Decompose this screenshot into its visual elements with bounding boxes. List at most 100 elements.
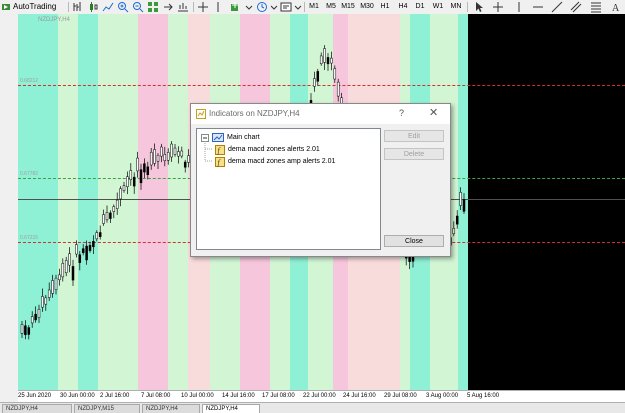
toolbar: AutoTrading M1 M5 M15 M30 H1 H4 D1 W1 MN… [0, 0, 625, 15]
date-label: 30 Jun 00:00 [60, 393, 95, 399]
candle-body [98, 232, 102, 237]
candle-body [336, 81, 340, 97]
vertical-line-icon[interactable] [212, 1, 224, 13]
svg-text:A: A [612, 3, 620, 13]
line-chart-icon[interactable] [102, 1, 114, 13]
candle-body [44, 297, 48, 305]
candle-body [109, 212, 112, 219]
candle-body [20, 324, 24, 334]
indicators-icon[interactable] [230, 1, 242, 13]
channel-tool-icon[interactable] [570, 1, 582, 13]
dialog-close-icon[interactable]: ✕ [429, 106, 438, 119]
close-button[interactable]: Close [384, 235, 444, 247]
candle-body [37, 308, 41, 318]
date-label: 17 Jul 08:00 [262, 393, 295, 399]
candle-body [115, 199, 119, 209]
date-label: 7 Jul 08:00 [141, 393, 171, 399]
timeframe-d1[interactable]: D1 [412, 1, 428, 13]
vertical-line-tool-icon[interactable] [513, 1, 525, 13]
candle-body [75, 244, 78, 255]
indicators-window-icon [196, 109, 206, 119]
timeframe-mn[interactable]: MN [448, 1, 464, 13]
date-label: 5 Aug 16:00 [467, 393, 500, 399]
crosshair-tool-icon[interactable] [492, 1, 504, 13]
edit-button[interactable]: Edit [384, 130, 444, 142]
date-label: 29 Jul 08:00 [384, 393, 417, 399]
candle-body [146, 166, 150, 175]
navigator-edge [0, 14, 19, 390]
horizontal-line-tool-icon[interactable] [532, 1, 544, 13]
candle-body [180, 150, 184, 157]
date-label: 10 Jul 00:00 [181, 393, 214, 399]
tree-item-label: dema macd zones amp alerts 2.01 [228, 158, 336, 165]
candle-body [452, 228, 456, 235]
candle-body [143, 163, 146, 173]
candle-body [51, 280, 54, 294]
autotrading-button[interactable]: AutoTrading [1, 1, 65, 13]
candle-body [27, 327, 31, 335]
timeframe-m5[interactable]: M5 [323, 1, 339, 13]
delete-button[interactable]: Delete [384, 148, 444, 160]
candle-body [61, 263, 65, 278]
timeframe-m15[interactable]: M15 [340, 1, 356, 13]
candle-body [85, 245, 88, 261]
candle-body [153, 149, 156, 164]
text-tool-icon[interactable]: A [610, 1, 622, 14]
chart-shift-icon[interactable] [177, 1, 189, 13]
autoscroll-icon[interactable] [162, 1, 174, 13]
candle-body [316, 71, 320, 82]
candle-body [119, 188, 122, 200]
fibonacci-tool-icon[interactable] [590, 1, 602, 13]
bar-chart-icon[interactable] [72, 1, 84, 13]
candle-body [326, 57, 330, 65]
timeframe-h4[interactable]: H4 [395, 1, 411, 13]
candle-body [323, 48, 326, 63]
templates-icon[interactable] [280, 1, 292, 13]
candle-body [24, 325, 27, 336]
candle-body [160, 146, 163, 157]
candle-body [88, 245, 92, 251]
tree-item-dema-macd-zones-amp[interactable]: f dema macd zones amp alerts 2.01 [215, 156, 335, 167]
tree-item-dema-macd-zones[interactable]: f dema macd zones alerts 2.01 [215, 144, 320, 155]
candle-body [47, 289, 51, 298]
candle-body [58, 274, 61, 281]
date-label: 25 Jun 2020 [18, 393, 52, 399]
candle-body [54, 277, 58, 290]
dialog-titlebar: Indicators on NZDJPY,H4 ? ✕ [191, 104, 450, 124]
timeframe-m1[interactable]: M1 [306, 1, 322, 13]
candle-body [105, 212, 109, 221]
candle-body [126, 176, 129, 187]
candle-body [64, 260, 68, 274]
cursor-arrow-icon[interactable] [473, 1, 485, 13]
date-label: 24 Jul 16:00 [343, 393, 376, 399]
candle-body [330, 57, 333, 64]
zoom-in-icon[interactable] [117, 1, 129, 13]
candle-body [459, 192, 462, 206]
timeframe-w1[interactable]: W1 [430, 1, 446, 13]
candle-body [139, 169, 143, 184]
date-label: 22 Jul 00:00 [303, 393, 336, 399]
candlestick-icon[interactable] [87, 1, 99, 13]
indicators-dialog: Indicators on NZDJPY,H4 ? ✕ Main chart f… [190, 103, 451, 257]
indicator-tree[interactable]: Main chart f dema macd zones alerts 2.01… [196, 128, 381, 250]
tree-item-label: dema macd zones alerts 2.01 [228, 146, 320, 153]
timeframe-m30[interactable]: M30 [359, 1, 375, 13]
candle-body [68, 253, 71, 266]
timeframe-h1[interactable]: H1 [377, 1, 393, 13]
periods-clock-icon[interactable] [256, 1, 268, 13]
tile-windows-icon[interactable] [147, 1, 159, 13]
trendline-tool-icon[interactable] [551, 1, 563, 13]
candle-body [78, 254, 82, 263]
zoom-out-icon[interactable] [132, 1, 144, 13]
candle-body [71, 266, 75, 281]
candle-body [313, 78, 316, 87]
candle-body [129, 170, 133, 181]
candle-body [95, 232, 99, 240]
autotrading-label: AutoTrading [13, 2, 57, 11]
crosshair-icon[interactable] [197, 1, 209, 13]
dialog-title: Indicators on NZDJPY,H4 [209, 109, 300, 118]
candle-body [183, 161, 187, 168]
candle-body [30, 316, 34, 324]
tree-connector-lines [204, 141, 213, 162]
help-button[interactable]: ? [399, 108, 404, 118]
